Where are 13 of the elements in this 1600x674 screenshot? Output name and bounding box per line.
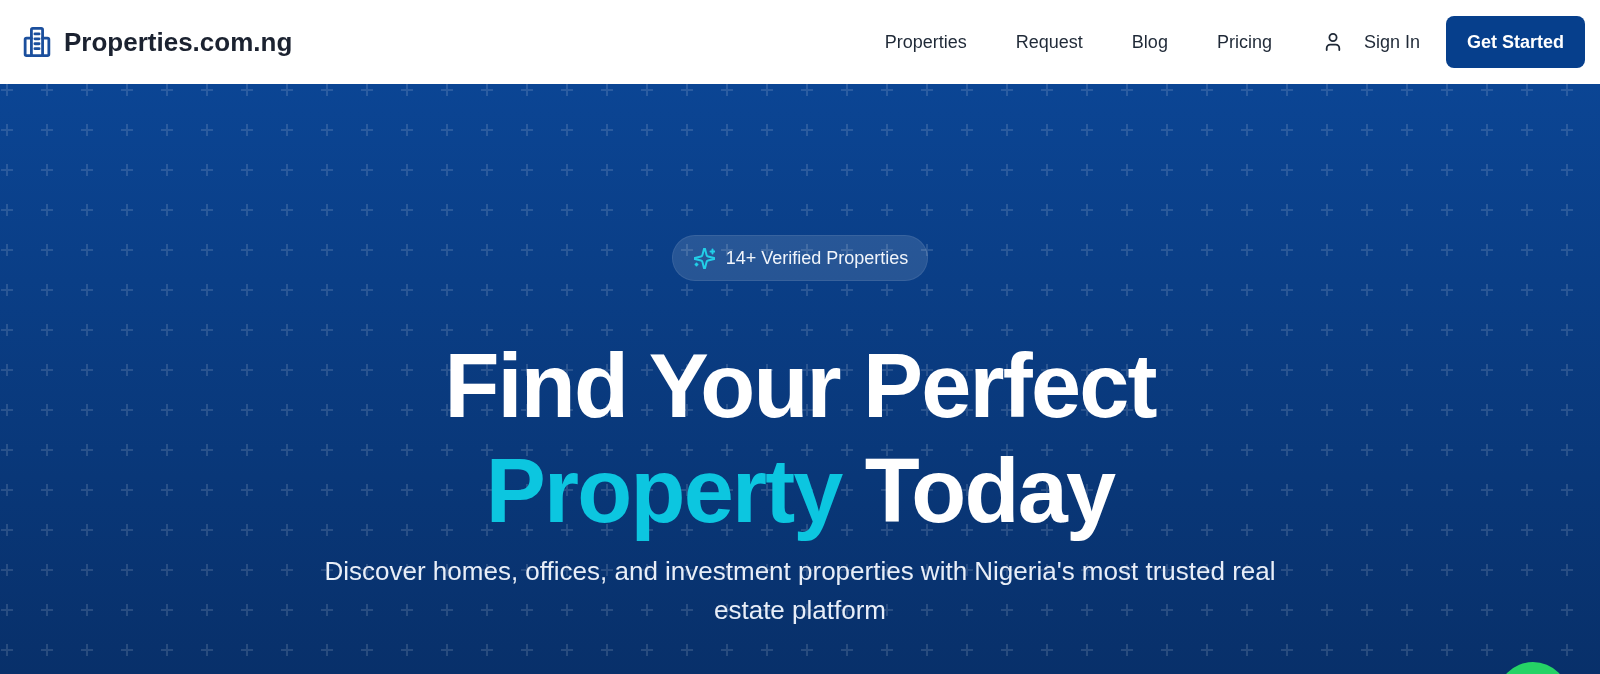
building-icon [22, 27, 52, 57]
nav-link[interactable]: Request [1015, 31, 1083, 53]
sign-in-link[interactable]: Sign In [1323, 31, 1420, 53]
nav-link[interactable]: Properties [884, 31, 967, 53]
nav-link[interactable]: Blog [1131, 31, 1168, 53]
get-started-button[interactable]: Get Started [1445, 16, 1585, 68]
sparkle-icon [693, 247, 715, 269]
hero-subtitle: Discover homes, offices, and investment properties with Nigeria's most trusted real estate platform [323, 555, 1277, 627]
hero-heading: Find Your Perfect Property Today [444, 335, 1156, 543]
user-icon [1323, 33, 1342, 51]
badge-text: 14+ Verified Properties [725, 247, 909, 269]
nav-link[interactable]: Pricing [1216, 31, 1272, 53]
logo-link[interactable]: Properties.com.ng [22, 26, 293, 58]
